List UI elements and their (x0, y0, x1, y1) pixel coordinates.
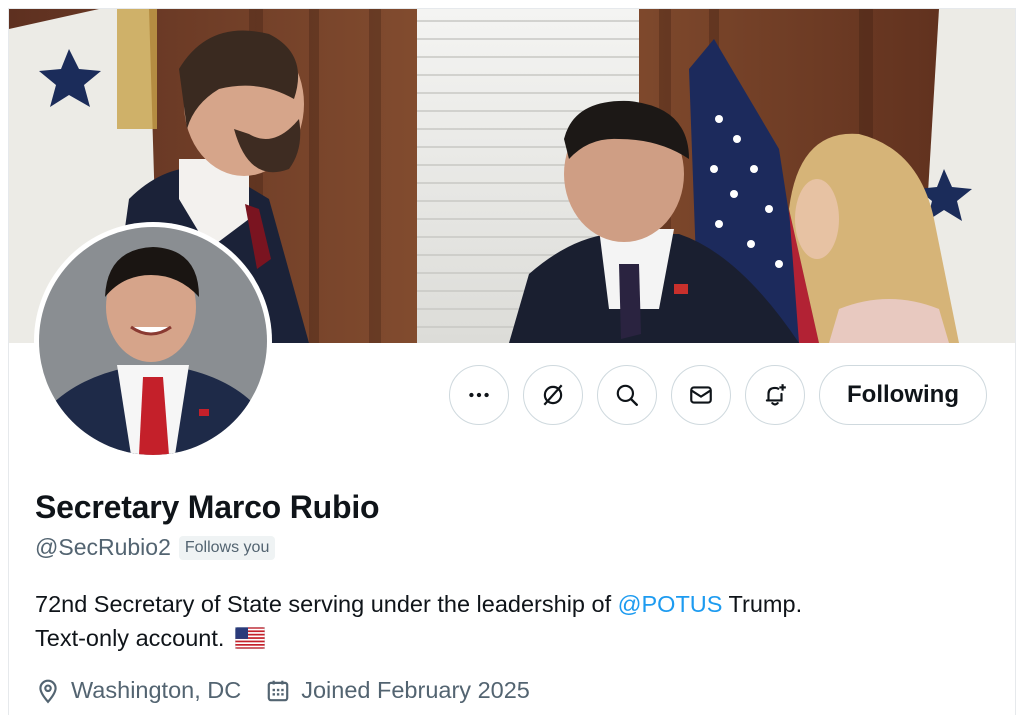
grok-button[interactable] (523, 365, 584, 425)
message-button[interactable] (671, 365, 732, 425)
follows-you-badge: Follows you (178, 535, 276, 560)
bio-mention-link[interactable]: @POTUS (618, 591, 723, 617)
more-button[interactable] (449, 365, 510, 425)
joined-item: Joined February 2025 (265, 677, 530, 704)
notifications-button[interactable] (745, 365, 806, 425)
following-button[interactable]: Following (819, 365, 987, 425)
bio-text: 72nd Secretary of State serving under th… (35, 591, 618, 617)
handle-row: @SecRubio2 Follows you (35, 534, 276, 561)
profile-frame: Following Secretary Marco Rubio @SecRubi… (8, 8, 1016, 715)
joined-date-text: Joined February 2025 (301, 677, 530, 703)
search-button[interactable] (597, 365, 658, 425)
bio-text-line2: Text-only account. (35, 625, 225, 651)
message-icon (690, 386, 712, 404)
bio-text-suffix: Trump. (722, 591, 803, 617)
location-text: Washington, DC (71, 677, 242, 703)
profile-avatar[interactable] (34, 222, 272, 460)
more-icon (469, 392, 489, 398)
profile-meta: Washington, DC Joined February 2025 (35, 677, 530, 704)
grok-icon (543, 384, 563, 406)
profile-handle: @SecRubio2 (35, 534, 171, 560)
notification-bell-icon (765, 384, 786, 406)
search-icon (616, 384, 638, 406)
calendar-icon (267, 680, 289, 701)
location-item: Washington, DC (35, 677, 241, 704)
location-pin-icon (39, 679, 57, 703)
profile-bio: 72nd Secretary of State serving under th… (35, 587, 995, 658)
us-flag-icon (234, 624, 266, 658)
profile-actions: Following (449, 365, 987, 425)
profile-display-name: Secretary Marco Rubio (35, 489, 380, 525)
